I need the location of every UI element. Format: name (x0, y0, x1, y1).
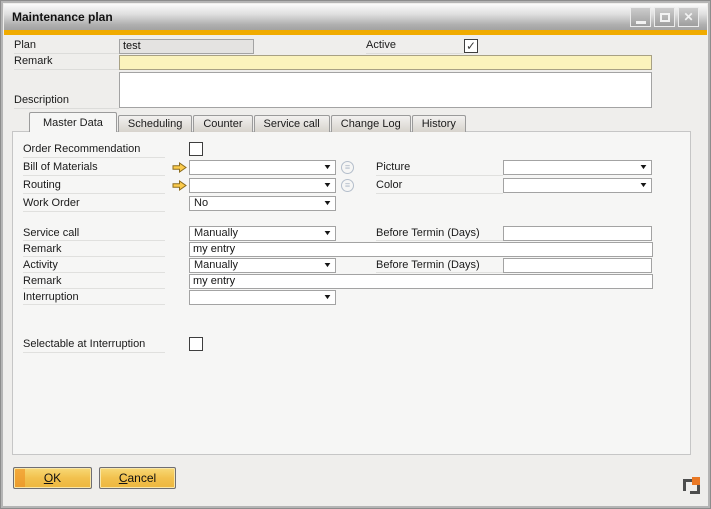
tab-bar: Master Data Scheduling Counter Service c… (4, 112, 707, 132)
activity-remark-label: Remark (23, 273, 165, 289)
link-arrow-icon[interactable] (172, 162, 187, 173)
bill-of-materials-label: Bill of Materials (23, 158, 165, 176)
service-call-remark-input[interactable] (189, 242, 653, 257)
window-title: Maintenance plan (12, 10, 113, 24)
remark-input[interactable] (119, 55, 652, 70)
master-data-panel: Order Recommendation Bill of Materials ▼… (12, 131, 691, 455)
activity-before-termin-input[interactable] (503, 258, 652, 273)
work-order-label: Work Order (23, 194, 165, 212)
service-call-before-termin-label: Before Termin (Days) (376, 225, 503, 241)
activity-value: Manually (194, 259, 238, 271)
dropdown-arrow-icon: ▼ (323, 164, 333, 171)
routing-row: Routing ▼ ≡ Color ▼ (23, 176, 690, 194)
remark-label: Remark (14, 54, 119, 70)
routing-label: Routing (23, 176, 165, 194)
maximize-button[interactable] (654, 7, 675, 27)
bill-of-materials-row: Bill of Materials ▼ ≡ Picture ▼ (23, 158, 690, 176)
work-order-row: Work Order No ▼ (23, 194, 690, 212)
ok-button-label: OK (44, 471, 61, 485)
bill-of-materials-dropdown[interactable]: ▼ (189, 160, 336, 175)
choose-from-list-icon[interactable]: ≡ (341, 179, 354, 192)
dropdown-arrow-icon: ▼ (323, 230, 333, 237)
cancel-button-label: Cancel (119, 471, 156, 485)
work-order-dropdown[interactable]: No ▼ (189, 196, 336, 211)
choose-from-list-icon[interactable]: ≡ (341, 161, 354, 174)
tab-scheduling[interactable]: Scheduling (118, 115, 192, 132)
accent-bar (4, 30, 707, 35)
close-button[interactable]: ✕ (678, 7, 699, 27)
dropdown-arrow-icon: ▼ (323, 294, 333, 301)
dropdown-arrow-icon: ▼ (323, 262, 333, 269)
dropdown-arrow-icon: ▼ (639, 164, 649, 171)
tab-history[interactable]: History (412, 115, 466, 132)
service-call-before-termin-input[interactable] (503, 226, 652, 241)
minimize-icon (636, 21, 646, 24)
active-checkbox[interactable]: ✓ (464, 39, 478, 53)
picture-label: Picture (376, 158, 503, 176)
maintenance-plan-window: Maintenance plan ✕ Plan Active ✓ Remark … (0, 0, 711, 509)
dropdown-arrow-icon: ▼ (323, 182, 333, 189)
dropdown-arrow-icon: ▼ (323, 200, 333, 207)
activity-before-termin-label: Before Termin (Days) (376, 257, 503, 273)
interruption-row: Interruption ▼ (23, 289, 690, 305)
resize-orange-square (692, 477, 700, 485)
titlebar[interactable]: Maintenance plan ✕ (4, 4, 707, 30)
close-icon: ✕ (683, 11, 693, 23)
minimize-button[interactable] (630, 7, 651, 27)
ok-button[interactable]: OK (13, 467, 92, 489)
service-call-remark-row: Remark (23, 241, 690, 257)
service-call-value: Manually (194, 227, 238, 239)
work-order-value: No (194, 197, 208, 209)
resize-corner-bottom-right (690, 484, 700, 494)
routing-dropdown[interactable]: ▼ (189, 178, 336, 193)
interruption-dropdown[interactable]: ▼ (189, 290, 336, 305)
activity-label: Activity (23, 257, 165, 273)
service-call-label: Service call (23, 225, 165, 241)
link-arrow-icon[interactable] (172, 180, 187, 191)
activity-remark-input[interactable] (189, 274, 653, 289)
order-recommendation-label: Order Recommendation (23, 140, 165, 158)
tab-counter[interactable]: Counter (193, 115, 252, 132)
plan-label: Plan (14, 38, 119, 54)
activity-row: Activity Manually ▼ Before Termin (Days) (23, 257, 690, 273)
order-recommendation-row: Order Recommendation (23, 140, 690, 158)
description-label: Description (14, 71, 119, 109)
picture-dropdown[interactable]: ▼ (503, 160, 652, 175)
dropdown-arrow-icon: ▼ (639, 182, 649, 189)
form-resize-icon[interactable] (683, 477, 700, 494)
description-textarea[interactable] (119, 72, 652, 108)
interruption-label: Interruption (23, 289, 165, 305)
selectable-at-interruption-row: Selectable at Interruption (23, 335, 690, 353)
tab-master-data[interactable]: Master Data (29, 112, 117, 132)
color-label: Color (376, 176, 503, 194)
header-form: Plan Active ✓ Remark Description (4, 36, 707, 109)
active-label: Active (366, 38, 464, 54)
maximize-icon (660, 13, 670, 22)
tab-service-call[interactable]: Service call (254, 115, 330, 132)
service-call-remark-label: Remark (23, 241, 165, 257)
selectable-at-interruption-label: Selectable at Interruption (23, 335, 165, 353)
window-controls: ✕ (630, 7, 699, 27)
order-recommendation-checkbox[interactable] (189, 142, 203, 156)
color-dropdown[interactable]: ▼ (503, 178, 652, 193)
service-call-dropdown[interactable]: Manually ▼ (189, 226, 336, 241)
plan-input[interactable] (119, 39, 254, 54)
cancel-button[interactable]: Cancel (99, 467, 176, 489)
service-call-row: Service call Manually ▼ Before Termin (D… (23, 225, 690, 241)
activity-dropdown[interactable]: Manually ▼ (189, 258, 336, 273)
tab-change-log[interactable]: Change Log (331, 115, 411, 132)
activity-remark-row: Remark (23, 273, 690, 289)
selectable-at-interruption-checkbox[interactable] (189, 337, 203, 351)
